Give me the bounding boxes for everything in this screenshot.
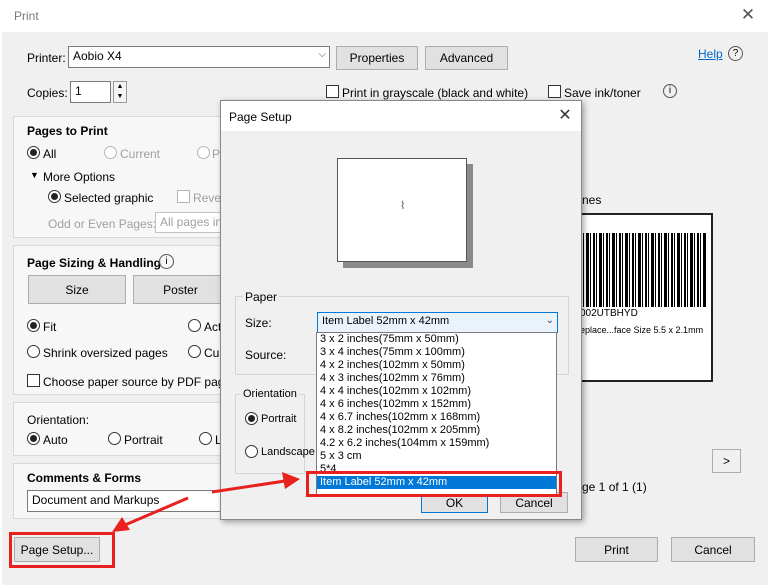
arrow-line-to-item-label [211, 479, 286, 494]
annotation-arrows [112, 472, 300, 532]
arrow-head-icon [282, 472, 300, 489]
arrow-line-to-page-setup [124, 496, 189, 527]
